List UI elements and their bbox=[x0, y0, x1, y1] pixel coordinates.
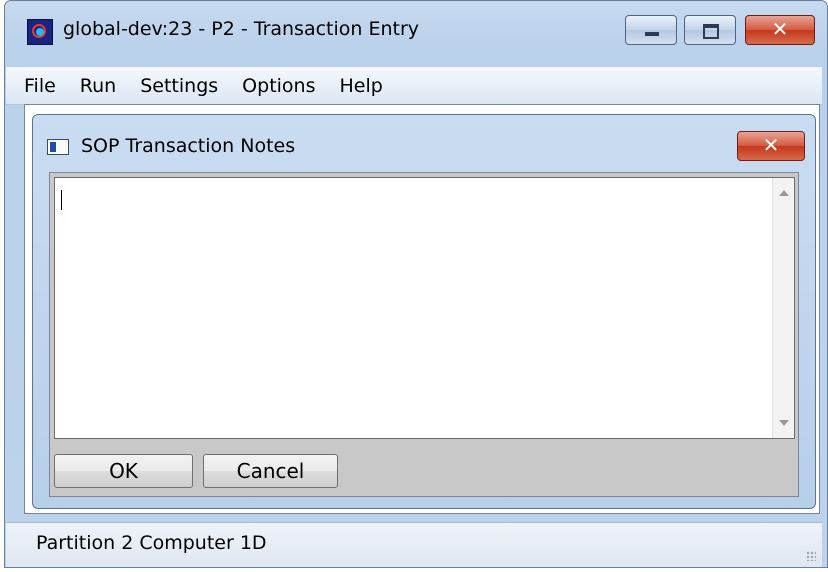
dialog-title: SOP Transaction Notes bbox=[81, 135, 296, 157]
notes-textarea[interactable] bbox=[54, 177, 795, 439]
close-button[interactable]: ✕ bbox=[745, 15, 815, 45]
menu-file[interactable]: File bbox=[6, 75, 68, 97]
dialog-body: OK Cancel bbox=[49, 172, 799, 497]
dialog-icon bbox=[47, 139, 69, 155]
text-caret bbox=[61, 190, 62, 210]
close-icon: ✕ bbox=[771, 17, 789, 41]
vertical-scrollbar[interactable] bbox=[772, 178, 794, 438]
ok-button[interactable]: OK bbox=[54, 454, 193, 488]
status-text: Partition 2 Computer 1D bbox=[36, 532, 267, 554]
menu-run[interactable]: Run bbox=[68, 75, 128, 97]
scroll-down-icon[interactable] bbox=[779, 420, 789, 426]
menu-options[interactable]: Options bbox=[230, 75, 327, 97]
scroll-up-icon[interactable] bbox=[779, 190, 789, 196]
menu-help[interactable]: Help bbox=[327, 75, 394, 97]
close-icon: ✕ bbox=[762, 133, 780, 157]
cancel-button[interactable]: Cancel bbox=[203, 454, 338, 488]
maximize-button[interactable] bbox=[684, 15, 736, 45]
minimize-button[interactable] bbox=[625, 15, 677, 45]
app-icon bbox=[27, 19, 53, 45]
status-bar: Partition 2 Computer 1D bbox=[6, 522, 822, 567]
dialog-close-button[interactable]: ✕ bbox=[737, 131, 805, 161]
notes-dialog: SOP Transaction Notes ✕ OK Cancel bbox=[32, 114, 816, 509]
menu-settings[interactable]: Settings bbox=[128, 75, 230, 97]
menu-bar: File Run Settings Options Help bbox=[6, 67, 822, 105]
window-title: global-dev:23 - P2 - Transaction Entry bbox=[63, 18, 420, 40]
resize-grip-icon[interactable] bbox=[806, 551, 816, 561]
